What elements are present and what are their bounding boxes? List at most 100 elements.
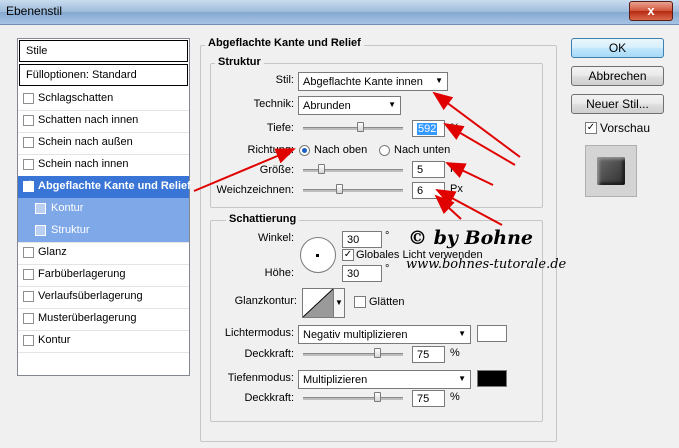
- soften-slider-thumb[interactable]: [336, 184, 343, 194]
- bevel-emboss-checkbox[interactable]: ✓: [23, 179, 34, 192]
- shadow-opacity-slider-thumb[interactable]: [374, 392, 381, 402]
- direction-down-radio[interactable]: [379, 145, 390, 156]
- checkmark-icon: ✓: [586, 122, 596, 133]
- stroke-checkbox[interactable]: [23, 335, 34, 346]
- technique-dropdown-value: Abrunden: [303, 100, 351, 112]
- highlight-opacity-value: 75: [417, 349, 430, 361]
- angle-dial[interactable]: [300, 237, 336, 273]
- chevron-down-icon: ▼: [458, 374, 466, 383]
- size-input[interactable]: 5: [412, 161, 445, 178]
- shadow-mode-value: Multiplizieren: [303, 374, 368, 386]
- size-value: 5: [417, 164, 424, 176]
- chevron-down-icon: ▼: [458, 329, 466, 338]
- style-list-item-bevel-emboss[interactable]: ✓ Abgeflachte Kante und Relief: [18, 176, 191, 199]
- direction-up-label[interactable]: Nach oben: [314, 144, 367, 156]
- depth-slider-track[interactable]: [303, 127, 403, 130]
- gloss-contour-dropdown[interactable]: ▼: [333, 288, 345, 318]
- altitude-value: 30: [347, 268, 360, 280]
- soften-input[interactable]: 6: [412, 182, 445, 199]
- antialias-checkbox[interactable]: [354, 296, 366, 308]
- highlight-mode-dropdown[interactable]: Negativ multiplizieren ▼: [298, 325, 471, 344]
- style-list-item-contour-sub[interactable]: Kontur: [18, 198, 189, 221]
- shadow-opacity-slider-track[interactable]: [303, 397, 403, 400]
- chevron-down-icon: ▼: [435, 76, 443, 85]
- style-list-item-texture-sub[interactable]: Struktur: [18, 220, 189, 243]
- style-list-item-blending-options[interactable]: Fülloptionen: Standard: [19, 64, 188, 86]
- style-dropdown[interactable]: Abgeflachte Kante innen ▼: [298, 72, 448, 91]
- cancel-button[interactable]: Abbrechen: [571, 66, 664, 86]
- style-preview-thumbnail: [585, 145, 637, 197]
- inner-glow-checkbox[interactable]: [23, 159, 34, 170]
- angle-value: 30: [347, 234, 360, 246]
- style-list-item-inner-shadow[interactable]: Schatten nach innen: [18, 110, 189, 133]
- texture-sub-checkbox[interactable]: [35, 225, 46, 236]
- antialias-label[interactable]: Glätten: [369, 296, 404, 308]
- style-list-item-gradient-overlay[interactable]: Verlaufsüberlagerung: [18, 286, 189, 309]
- shadow-color-swatch[interactable]: [477, 370, 507, 387]
- angle-dot-icon: [316, 254, 319, 257]
- gloss-contour-label: Glanzkontur:: [234, 295, 297, 307]
- inner-shadow-checkbox[interactable]: [23, 115, 34, 126]
- depth-slider-thumb[interactable]: [357, 122, 364, 132]
- size-unit: Px: [450, 163, 463, 175]
- highlight-opacity-input[interactable]: 75: [412, 346, 445, 363]
- style-list-item-pattern-overlay[interactable]: Musterüberlagerung: [18, 308, 189, 331]
- shadow-opacity-value: 75: [417, 393, 430, 405]
- technique-label: Technik:: [253, 98, 294, 110]
- gloss-contour-picker[interactable]: [302, 288, 334, 318]
- global-light-checkbox[interactable]: ✓: [342, 249, 354, 261]
- color-overlay-checkbox[interactable]: [23, 269, 34, 280]
- style-list-label: Stile: [26, 45, 48, 57]
- chevron-down-icon: ▼: [335, 298, 343, 307]
- chevron-down-icon: ▼: [388, 100, 396, 109]
- pattern-overlay-checkbox[interactable]: [23, 313, 34, 324]
- style-list: Stile Fülloptionen: Standard Schlagschat…: [17, 38, 191, 376]
- size-slider-thumb[interactable]: [318, 164, 325, 174]
- soften-label: Weichzeichnen:: [216, 184, 294, 196]
- style-list-item-drop-shadow[interactable]: Schlagschatten: [18, 88, 189, 111]
- checkmark-icon: ✓: [24, 179, 33, 190]
- soften-unit: Px: [450, 183, 463, 195]
- shadow-opacity-input[interactable]: 75: [412, 390, 445, 407]
- style-list-label: Fülloptionen: Standard: [26, 69, 137, 81]
- style-list-item-stroke[interactable]: Kontur: [18, 330, 189, 353]
- new-style-button[interactable]: Neuer Stil...: [571, 94, 664, 114]
- highlight-opacity-slider-thumb[interactable]: [374, 348, 381, 358]
- gradient-overlay-checkbox[interactable]: [23, 291, 34, 302]
- soften-value: 6: [417, 185, 424, 197]
- style-label: Stil:: [275, 74, 294, 86]
- direction-down-label[interactable]: Nach unten: [394, 144, 450, 156]
- depth-label: Tiefe:: [266, 122, 294, 134]
- style-list-item-outer-glow[interactable]: Schein nach außen: [18, 132, 189, 155]
- preview-label[interactable]: Vorschau: [600, 121, 650, 135]
- contour-curve-icon: [303, 289, 333, 317]
- style-list-item-inner-glow[interactable]: Schein nach innen: [18, 154, 189, 177]
- depth-input[interactable]: 592: [412, 120, 445, 137]
- close-button[interactable]: x: [629, 1, 673, 21]
- drop-shadow-checkbox[interactable]: [23, 93, 34, 104]
- style-list-label: Schein nach innen: [38, 158, 129, 170]
- style-list-item-color-overlay[interactable]: Farbüberlagerung: [18, 264, 189, 287]
- angle-label: Winkel:: [257, 232, 294, 244]
- style-list-item-satin[interactable]: Glanz: [18, 242, 189, 265]
- angle-input[interactable]: 30: [342, 231, 382, 248]
- shadow-mode-dropdown[interactable]: Multiplizieren ▼: [298, 370, 471, 389]
- preview-checkbox[interactable]: ✓: [585, 122, 597, 134]
- ok-button[interactable]: OK: [571, 38, 664, 58]
- satin-checkbox[interactable]: [23, 247, 34, 258]
- style-list-label: Kontur: [51, 202, 84, 214]
- altitude-input[interactable]: 30: [342, 265, 382, 282]
- style-list-item-stile[interactable]: Stile: [19, 40, 188, 62]
- technique-dropdown[interactable]: Abrunden ▼: [298, 96, 401, 115]
- shadow-mode-label: Tiefenmodus:: [227, 372, 294, 384]
- style-list-label: Kontur: [38, 334, 71, 346]
- outer-glow-checkbox[interactable]: [23, 137, 34, 148]
- contour-sub-checkbox[interactable]: [35, 203, 46, 214]
- style-list-label: Farbüberlagerung: [38, 268, 126, 280]
- soften-slider-track[interactable]: [303, 189, 403, 192]
- highlight-color-swatch[interactable]: [477, 325, 507, 342]
- dialog-body: Stile Fülloptionen: Standard Schlagschat…: [0, 25, 679, 448]
- highlight-opacity-unit: %: [450, 347, 460, 359]
- highlight-opacity-slider-track[interactable]: [303, 353, 403, 356]
- direction-up-radio[interactable]: [299, 145, 310, 156]
